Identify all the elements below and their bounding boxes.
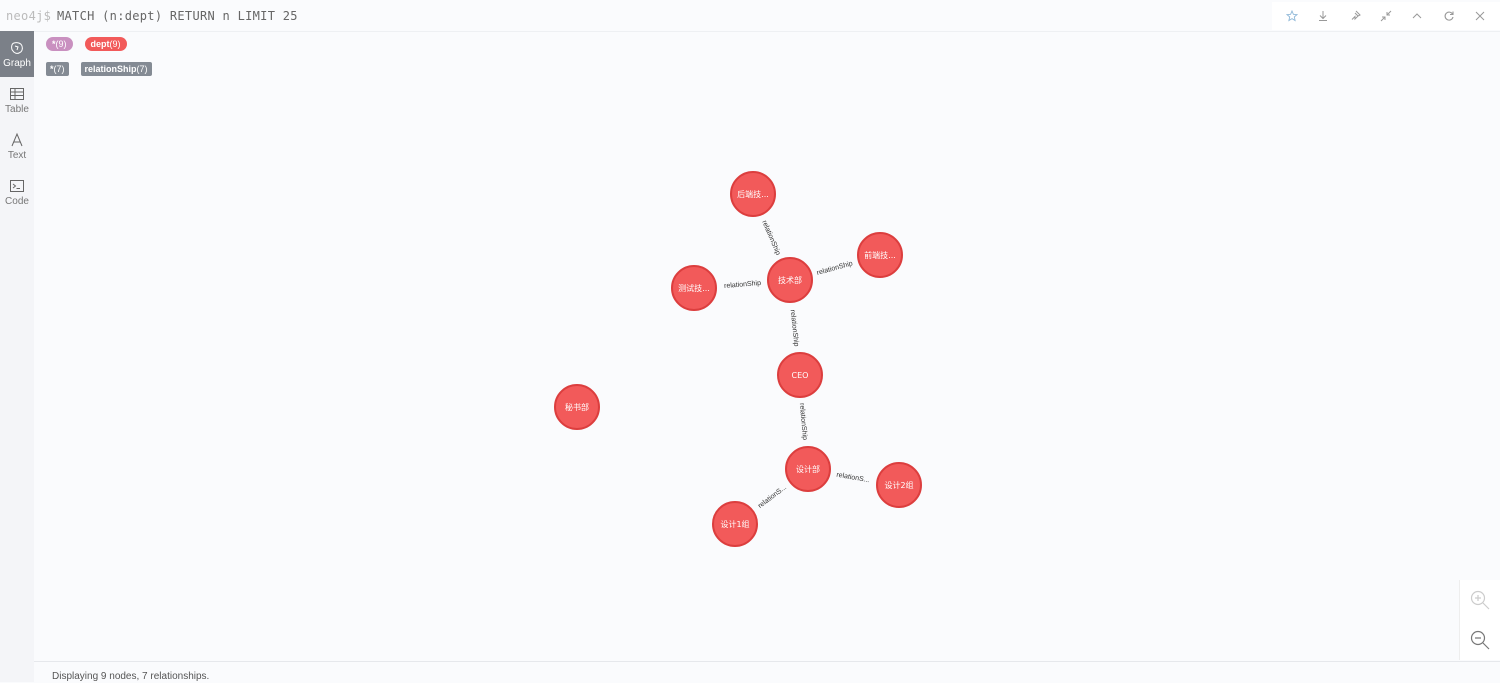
node-label: 测试技...: [678, 283, 710, 293]
zoom-controls: [1459, 580, 1500, 660]
node-label: 技术部: [778, 275, 802, 285]
graph-node-design1[interactable]: 设计1组: [712, 501, 758, 547]
relationship-edge[interactable]: relationS...: [825, 467, 881, 487]
graph-node-backend[interactable]: 后端技...: [730, 171, 776, 217]
relationship-edge[interactable]: relationShip: [787, 300, 803, 356]
node-label: 后端技...: [737, 189, 769, 199]
node-label: 设计1组: [720, 519, 749, 529]
graph-node-design2[interactable]: 设计2组: [876, 462, 922, 508]
graph-node-frontend[interactable]: 前端技...: [857, 232, 903, 278]
status-bar: Displaying 9 nodes, 7 relationships.: [34, 661, 1500, 683]
graph-node-design[interactable]: 设计部: [785, 446, 831, 492]
zoom-out-button[interactable]: [1460, 620, 1500, 660]
graph-node-testing[interactable]: 测试技...: [671, 265, 717, 311]
relationship-edge[interactable]: relationShip: [756, 210, 787, 265]
node-label: CEO: [792, 371, 809, 380]
graph-canvas[interactable]: relationShip relationShip relationShip rela…: [0, 0, 1500, 682]
graph-node-secretary[interactable]: 秘书部: [554, 384, 600, 430]
relationship-edge[interactable]: relationShip: [807, 255, 862, 280]
zoom-in-icon: [1470, 590, 1490, 610]
node-label: 秘书部: [565, 402, 589, 412]
graph-node-ceo[interactable]: CEO: [777, 352, 823, 398]
relationship-edge[interactable]: relationShip: [796, 394, 812, 449]
node-label: 设计部: [796, 464, 820, 474]
node-label: 设计2组: [884, 480, 913, 490]
zoom-in-button[interactable]: [1460, 580, 1500, 620]
graph-node-tech[interactable]: 技术部: [767, 257, 813, 303]
relationship-label: relationS...: [836, 472, 870, 485]
relationship-label: relationS...: [757, 484, 788, 510]
zoom-out-icon: [1470, 630, 1490, 650]
relationship-edge[interactable]: relationShip: [715, 276, 770, 292]
status-text: Displaying 9 nodes, 7 relationships.: [52, 671, 210, 682]
node-label: 前端技...: [864, 250, 896, 260]
